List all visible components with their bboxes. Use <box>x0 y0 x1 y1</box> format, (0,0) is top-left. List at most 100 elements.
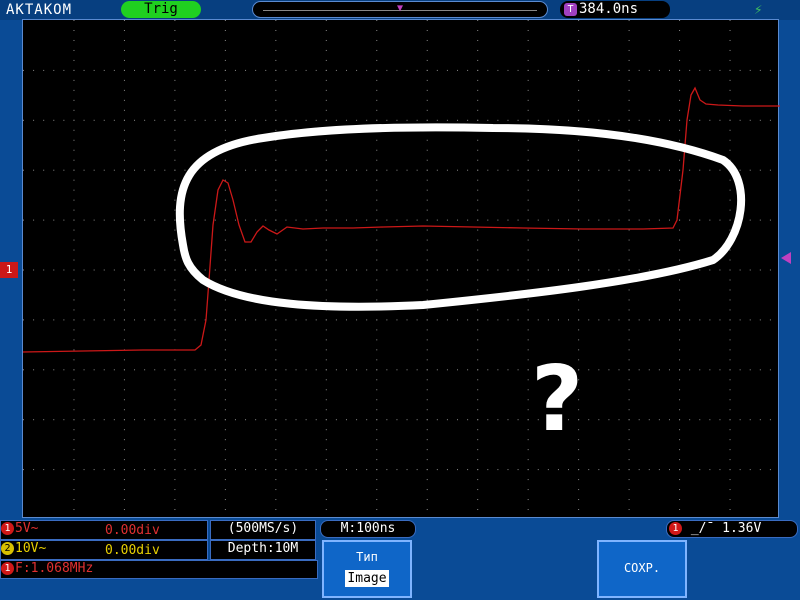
grid-dot <box>224 379 226 381</box>
grid-dot <box>477 339 479 341</box>
grid-dot <box>426 219 428 221</box>
grid-dot <box>547 219 549 221</box>
grid-dot <box>578 99 580 101</box>
grid-dot <box>537 469 539 471</box>
grid-dot <box>53 469 55 471</box>
grid-dot <box>689 219 691 221</box>
grid-dot <box>426 339 428 341</box>
ch2-status[interactable]: 2 10V~ 0.00div <box>0 540 208 560</box>
grid-dot <box>366 419 368 421</box>
grid-dot <box>739 469 741 471</box>
grid-dot <box>416 319 418 321</box>
grid-dot <box>224 119 226 121</box>
frequency-readout: 1 F:1.068MHz <box>0 560 318 579</box>
grid-dot <box>477 109 479 111</box>
grid-dot <box>487 119 489 121</box>
grid-dot <box>184 69 186 71</box>
grid-dot <box>578 239 580 241</box>
grid-dot <box>729 199 731 201</box>
grid-dot <box>769 219 771 221</box>
grid-dot <box>578 459 580 461</box>
grid-dot <box>275 269 277 271</box>
grid-dot <box>265 169 267 171</box>
grid-dot <box>204 369 206 371</box>
grid-dot <box>174 159 176 161</box>
grid-dot <box>33 269 35 271</box>
grid-dot <box>315 69 317 71</box>
grid-dot <box>699 169 701 171</box>
grid-dot <box>719 169 721 171</box>
grid-dot <box>214 469 216 471</box>
grid-dot <box>729 119 731 121</box>
grid-dot <box>73 199 75 201</box>
grid-dot <box>729 229 731 231</box>
grid-dot <box>93 419 95 421</box>
grid-dot <box>457 419 459 421</box>
grid-dot <box>174 229 176 231</box>
grid-dot <box>749 219 751 221</box>
grid-dot <box>416 469 418 471</box>
grid-dot <box>638 319 640 321</box>
grid-dot <box>527 309 529 311</box>
ch2-scale: 10V~ <box>15 541 47 556</box>
grid-dot <box>376 479 378 481</box>
grid-dot <box>477 79 479 81</box>
trigger-readout[interactable]: 1 _/¯ 1.36V <box>666 520 798 538</box>
grid-dot <box>93 219 95 221</box>
grid-dot <box>608 419 610 421</box>
grid-dot <box>255 419 257 421</box>
grid-dot <box>426 179 428 181</box>
grid-dot <box>628 199 630 201</box>
graticule-grid <box>23 20 771 511</box>
grid-dot <box>729 409 731 411</box>
grid-dot <box>426 419 428 421</box>
grid-dot <box>174 379 176 381</box>
grid-dot <box>477 49 479 51</box>
grid-dot <box>224 429 226 431</box>
grid-dot <box>527 219 529 221</box>
grid-dot <box>477 269 479 271</box>
grid-dot <box>73 429 75 431</box>
grid-dot <box>729 459 731 461</box>
grid-dot <box>245 169 247 171</box>
grid-dot <box>527 169 529 171</box>
grid-dot <box>113 219 115 221</box>
grid-dot <box>123 489 125 491</box>
grid-dot <box>174 29 176 31</box>
grid-dot <box>527 299 529 301</box>
grid-dot <box>285 269 287 271</box>
grid-dot <box>628 509 630 511</box>
grid-dot <box>679 259 681 261</box>
grid-dot <box>73 99 75 101</box>
grid-dot <box>275 20 277 21</box>
trigger-level-marker-icon[interactable] <box>781 252 791 264</box>
grid-dot <box>335 469 337 471</box>
softkey-type-button[interactable]: Тип Image <box>322 540 412 598</box>
grid-dot <box>628 189 630 191</box>
grid-dot <box>224 319 226 321</box>
ch1-level-marker[interactable]: 1 <box>0 262 18 278</box>
grid-dot <box>628 479 630 481</box>
grid-dot <box>275 359 277 361</box>
grid-dot <box>679 509 681 511</box>
grid-dot <box>578 259 580 261</box>
memory-position-bar[interactable]: ▼ <box>252 1 548 18</box>
grid-dot <box>224 479 226 481</box>
memory-depth-readout: Depth:10M <box>210 540 316 560</box>
ch1-status[interactable]: 1 5V~ 0.00div <box>0 520 208 540</box>
grid-dot <box>103 69 105 71</box>
grid-dot <box>295 69 297 71</box>
softkey-save-button[interactable]: СОХР. <box>597 540 687 598</box>
grid-dot <box>224 369 226 371</box>
grid-dot <box>487 69 489 71</box>
grid-dot <box>224 129 226 131</box>
grid-dot <box>527 69 529 71</box>
grid-dot <box>73 289 75 291</box>
grid-dot <box>325 209 327 211</box>
grid-dot <box>679 289 681 291</box>
grid-dot <box>527 239 529 241</box>
grid-dot <box>578 199 580 201</box>
grid-dot <box>174 389 176 391</box>
timebase-readout[interactable]: M:100ns <box>320 520 416 538</box>
grid-dot <box>426 169 428 171</box>
